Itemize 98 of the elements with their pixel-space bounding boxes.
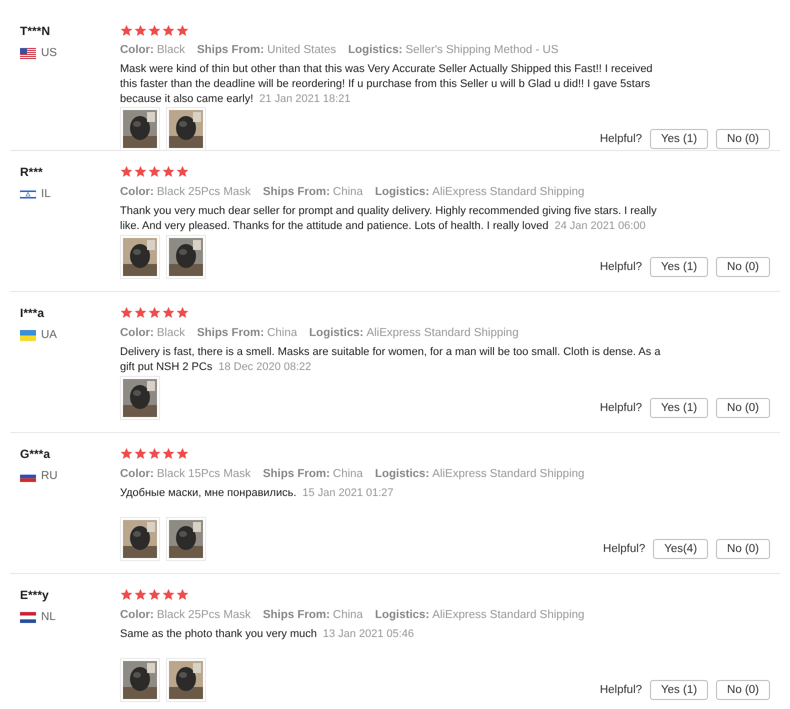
yes-vote-button[interactable]: Yes (1) bbox=[650, 257, 708, 277]
attribute-label: Color: bbox=[120, 609, 154, 621]
flag-icon bbox=[20, 330, 36, 340]
star-icon bbox=[134, 447, 147, 460]
attribute-label: Color: bbox=[120, 186, 154, 198]
reviewer-name: E***y bbox=[20, 588, 50, 602]
attribute-label: Logistics: bbox=[374, 186, 430, 198]
photo-thumbnail[interactable] bbox=[166, 107, 206, 151]
attribute-label: Ships From: bbox=[262, 609, 330, 621]
photo-thumbnail[interactable] bbox=[166, 517, 206, 561]
photo-thumbnail[interactable] bbox=[120, 517, 160, 561]
country-code: NL bbox=[41, 611, 56, 623]
star-icon bbox=[134, 165, 147, 178]
helpful-label: Helpful? bbox=[600, 261, 642, 273]
attribute-value: Black 15Pcs Mask bbox=[156, 468, 251, 480]
review-text: Удобные маски, мне понравились. 15 Jan 2021 01:27 bbox=[120, 486, 394, 501]
attribute-value: China bbox=[332, 468, 363, 480]
attribute-value: China bbox=[332, 186, 363, 198]
helpful-label: Helpful? bbox=[600, 684, 642, 696]
star-icon bbox=[148, 306, 161, 319]
attribute-value: AliExpress Standard Shipping bbox=[432, 609, 584, 621]
attribute-value: United States bbox=[267, 44, 336, 56]
photo-thumbnail[interactable] bbox=[120, 235, 160, 279]
star-icon bbox=[148, 165, 161, 178]
attribute-label: Logistics: bbox=[309, 327, 364, 339]
star-icon bbox=[134, 588, 147, 601]
reviewer-name: R*** bbox=[20, 165, 44, 179]
country-code: US bbox=[41, 47, 57, 59]
photo-thumbnail[interactable] bbox=[120, 658, 160, 702]
star-icon bbox=[148, 447, 161, 460]
star-icon bbox=[176, 588, 189, 601]
star-icon bbox=[120, 24, 133, 37]
star-icon bbox=[134, 24, 147, 37]
attribute-label: Logistics: bbox=[374, 609, 430, 621]
star-icon bbox=[176, 306, 189, 319]
helpful-label: Helpful? bbox=[600, 133, 642, 145]
attribute-label: Logistics: bbox=[348, 44, 402, 56]
country-code: UA bbox=[41, 329, 57, 341]
flag-icon bbox=[20, 48, 36, 58]
helpful-label: Helpful? bbox=[603, 543, 646, 555]
star-icon bbox=[148, 24, 161, 37]
attribute-label: Color: bbox=[120, 468, 154, 480]
attribute-value: AliExpress Standard Shipping bbox=[432, 468, 584, 480]
star-icon bbox=[120, 588, 133, 601]
review-text: Same as the photo thank you very much 13 Jan 2021 05:46 bbox=[120, 627, 414, 642]
star-icon bbox=[120, 306, 133, 319]
photo-thumbnail[interactable] bbox=[120, 107, 160, 151]
attribute-label: Color: bbox=[120, 44, 154, 56]
reviewer-name: G***a bbox=[20, 447, 52, 461]
attribute-value: China bbox=[332, 609, 363, 621]
star-icon bbox=[120, 165, 133, 178]
yes-vote-button[interactable]: Yes (1) bbox=[650, 398, 708, 418]
reviewer-name: T***N bbox=[20, 24, 52, 38]
yes-vote-button[interactable]: Yes (1) bbox=[650, 129, 708, 149]
country-code: IL bbox=[41, 188, 51, 200]
attribute-label: Logistics: bbox=[374, 468, 430, 480]
star-icon bbox=[162, 306, 175, 319]
attribute-value: AliExpress Standard Shipping bbox=[366, 327, 519, 339]
country-code: RU bbox=[41, 470, 58, 482]
star-icon bbox=[162, 588, 175, 601]
star-icon bbox=[162, 165, 175, 178]
star-icon bbox=[176, 24, 189, 37]
star-icon bbox=[120, 447, 133, 460]
attribute-value: AliExpress Standard Shipping bbox=[432, 186, 584, 198]
attribute-label: Color: bbox=[120, 327, 154, 339]
attribute-value: China bbox=[267, 327, 298, 339]
star-icon bbox=[134, 306, 147, 319]
reviewer-name: I***a bbox=[20, 306, 46, 320]
review-text: Thank you very much dear seller for prompt and quality delivery. Highly recommended giving five stars. I really like. And very pleased. Thanks for the attitude and patience. Lots of health. I really loved 24 Jan 2021 06:00 bbox=[120, 204, 658, 234]
star-icon bbox=[148, 588, 161, 601]
attribute-value: Black bbox=[156, 44, 185, 56]
no-vote-button[interactable]: No (0) bbox=[716, 680, 770, 700]
helpful-label: Helpful? bbox=[600, 402, 642, 414]
review-text: Mask were kind of thin but other than that this was Very Accurate Seller Actually Shipped this Fast!! I received this faster than the deadline will be reordering! If u purchase from this Seller u will b Glad u did!! I gave 5stars because it also came early! 21 Jan 2021 18:21 bbox=[120, 62, 654, 107]
photo-thumbnail[interactable] bbox=[166, 658, 206, 702]
attribute-value: Seller's Shipping Method - US bbox=[405, 44, 558, 56]
star-icon bbox=[176, 165, 189, 178]
no-vote-button[interactable]: No (0) bbox=[716, 398, 770, 418]
photo-thumbnail[interactable] bbox=[166, 235, 206, 279]
attribute-label: Ships From: bbox=[196, 44, 264, 56]
attribute-value: Black 25Pcs Mask bbox=[156, 186, 251, 198]
review-text: Delivery is fast, there is a smell. Masks are suitable for women, for a man will be too small. Cloth is dense. As a gift put NSH 2 PCs 18 Dec 2020 08:22 bbox=[120, 345, 662, 375]
attribute-value: Black 25Pcs Mask bbox=[156, 609, 251, 621]
flag-icon bbox=[20, 188, 36, 200]
yes-vote-button[interactable]: Yes (1) bbox=[650, 680, 708, 700]
star-icon bbox=[162, 447, 175, 460]
attribute-label: Ships From: bbox=[196, 327, 264, 339]
attribute-label: Ships From: bbox=[262, 468, 330, 480]
star-icon bbox=[176, 447, 189, 460]
no-vote-button[interactable]: No (0) bbox=[716, 539, 770, 559]
flag-icon bbox=[20, 612, 36, 622]
star-icon bbox=[162, 24, 175, 37]
attribute-value: Black bbox=[156, 327, 185, 339]
no-vote-button[interactable]: No (0) bbox=[716, 129, 770, 149]
yes-vote-button[interactable]: Yes(4) bbox=[653, 539, 708, 559]
attribute-label: Ships From: bbox=[262, 186, 330, 198]
no-vote-button[interactable]: No (0) bbox=[716, 257, 770, 277]
photo-thumbnail[interactable] bbox=[120, 376, 160, 420]
